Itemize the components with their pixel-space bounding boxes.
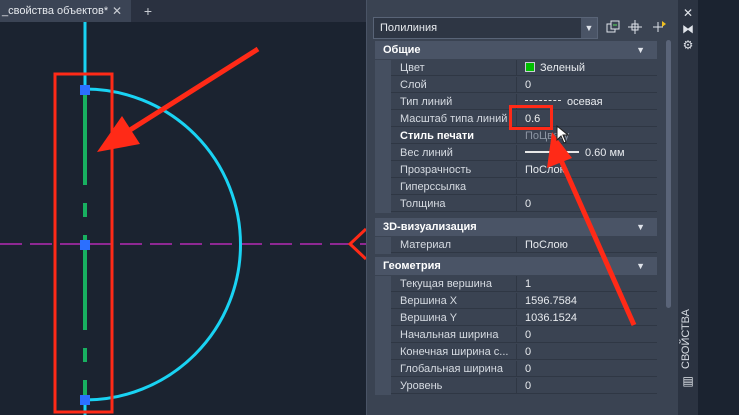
- annotation-arrow-shaft: [128, 46, 260, 133]
- properties-icon[interactable]: ▤: [681, 374, 695, 388]
- row-plotstyle-label: Стиль печати: [391, 128, 516, 144]
- row-global-width[interactable]: Глобальная ширина 0: [375, 361, 657, 378]
- row-global-width-value[interactable]: 0: [516, 361, 657, 377]
- linetype-preview: [525, 100, 561, 102]
- annotation-scale-arrow: [547, 132, 637, 327]
- row-lineweight-label: Вес линий: [391, 145, 516, 161]
- grip-bottom[interactable]: [80, 395, 90, 405]
- row-end-width-label: Конечная ширина с...: [391, 344, 516, 360]
- mouse-cursor-icon: [556, 125, 570, 144]
- row-color-value-text: Зеленый: [540, 62, 586, 74]
- drawing-canvas[interactable]: [0, 22, 366, 415]
- row-layer-value[interactable]: 0: [516, 77, 657, 93]
- row-color[interactable]: Цвет Зеленый: [375, 60, 657, 77]
- row-transparency-label: Прозрачность: [391, 162, 516, 178]
- grip-middle[interactable]: [80, 240, 90, 250]
- palette-title-strip: ✕ ⧓ ⚙ СВОЙСТВА ▤: [678, 0, 698, 415]
- panel-scrollbar[interactable]: [666, 40, 671, 308]
- collapse-icon[interactable]: ▼: [636, 41, 645, 59]
- document-tab[interactable]: _свойства объектов* ✕: [0, 0, 131, 22]
- row-linetype-label: Тип линий: [391, 94, 516, 110]
- document-tab-title: _свойства объектов*: [2, 5, 109, 17]
- row-start-width-label: Начальная ширина: [391, 327, 516, 343]
- select-objects-button[interactable]: [625, 17, 645, 37]
- quick-select-button[interactable]: [649, 17, 669, 37]
- row-material-label: Материал: [391, 237, 516, 253]
- pickadd-icon: [606, 20, 620, 33]
- row-elevation-label: Уровень: [391, 378, 516, 394]
- row-hyperlink-label: Гиперссылка: [391, 179, 516, 195]
- row-color-value[interactable]: Зеленый: [516, 60, 657, 76]
- new-tab-button[interactable]: +: [140, 3, 156, 19]
- row-end-width[interactable]: Конечная ширина с... 0: [375, 344, 657, 361]
- section-general[interactable]: Общие ▼: [375, 41, 657, 59]
- grip-top[interactable]: [80, 85, 90, 95]
- chevron-down-icon[interactable]: ▼: [581, 18, 597, 38]
- row-color-label: Цвет: [391, 60, 516, 76]
- autohide-icon[interactable]: ⧓: [681, 22, 695, 36]
- row-thickness-label: Толщина: [391, 196, 516, 212]
- close-icon[interactable]: ✕: [681, 6, 695, 20]
- quick-select-icon: [653, 21, 666, 32]
- color-swatch: [525, 62, 535, 72]
- annotation-arrow-head: [97, 116, 140, 152]
- row-vertex-y-label: Вершина Y: [391, 310, 516, 326]
- section-geometry-title: Геометрия: [383, 260, 441, 272]
- section-3d-title: 3D-визуализация: [383, 221, 477, 233]
- close-tab-icon[interactable]: ✕: [112, 0, 122, 22]
- section-general-title: Общие: [383, 44, 421, 56]
- row-layer-label: Слой: [391, 77, 516, 93]
- row-layer[interactable]: Слой 0: [375, 77, 657, 94]
- row-global-width-label: Глобальная ширина: [391, 361, 516, 377]
- object-type-value: Полилиния: [380, 22, 438, 34]
- row-ltscale-label: Масштаб типа линий: [391, 111, 516, 127]
- row-elevation-value[interactable]: 0: [516, 378, 657, 394]
- row-current-vertex-label: Текущая вершина: [391, 276, 516, 292]
- select-objects-icon: [628, 20, 642, 34]
- settings-icon[interactable]: ⚙: [681, 38, 695, 52]
- palette-title: СВОЙСТВА: [680, 309, 692, 369]
- object-type-dropdown[interactable]: Полилиния ▼: [373, 17, 598, 39]
- row-end-width-value[interactable]: 0: [516, 344, 657, 360]
- row-vertex-x-label: Вершина X: [391, 293, 516, 309]
- properties-panel: Полилиния ▼ Общие ▼ Цвет Зеленый Слой 0 Ти…: [366, 0, 679, 415]
- document-tab-bar: _свойства объектов* ✕ +: [0, 0, 366, 22]
- row-elevation[interactable]: Уровень 0: [375, 378, 657, 395]
- toggle-pickadd-button[interactable]: [603, 17, 623, 37]
- row-linetype-value-text: осевая: [567, 96, 603, 108]
